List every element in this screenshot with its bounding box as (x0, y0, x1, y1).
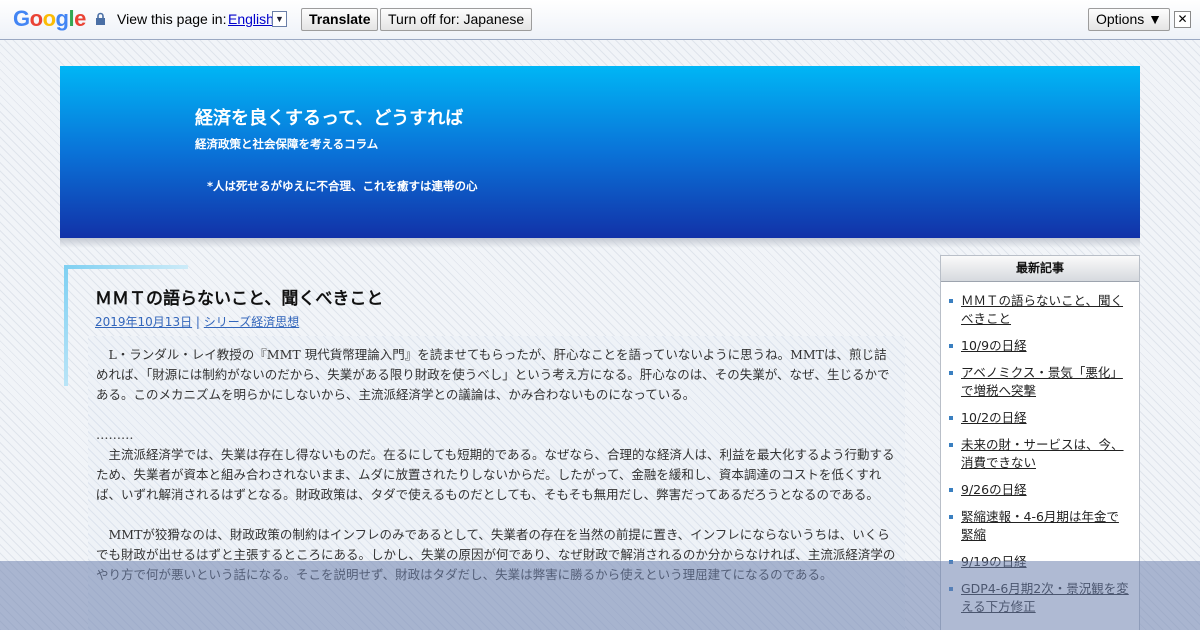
site-subtitle: 経済政策と社会保障を考えるコラム (195, 137, 379, 151)
translate-bar: Google View this page in: English ▼ Tran… (0, 0, 1200, 40)
site-motto: *人は死せるがゆえに不合理、これを癒すは連帯の心 (207, 179, 478, 193)
recent-posts-widget: 最新記事 ＭＭＴの語らないこと、聞くべきこと 10/9の日経 アベノミクス・景気… (940, 255, 1140, 630)
recent-post-link[interactable]: 9/26の日経 (961, 482, 1027, 497)
list-item: 10/9の日経 (949, 337, 1129, 355)
google-logo-letter: g (55, 6, 69, 31)
site-title[interactable]: 経済を良くするって、どうすれば (195, 104, 463, 130)
list-item: 緊縮速報・4-6月期は年金で緊縮 (949, 508, 1129, 544)
view-page-label: View this page in: (117, 11, 227, 27)
recent-post-link[interactable]: 10/9の日経 (961, 338, 1027, 353)
list-item: GDP4-6月期2次・景況観を変える下方修正 (949, 580, 1129, 616)
close-icon[interactable]: ✕ (1174, 11, 1191, 28)
list-item: アベノミクス・景気「悪化」で増税へ突撃 (949, 364, 1129, 400)
translate-button[interactable]: Translate (301, 8, 379, 31)
list-item: 未来の財・サービスは、今、消費できない (949, 436, 1129, 472)
google-logo-letter: o (42, 6, 56, 31)
google-logo: Google (13, 6, 86, 32)
list-item: 10/2の日経 (949, 409, 1129, 427)
list-item: 9/26の日経 (949, 481, 1129, 499)
language-link[interactable]: English (228, 11, 274, 27)
site-header: 経済を良くするって、どうすれば 経済政策と社会保障を考えるコラム *人は死せるが… (60, 66, 1140, 238)
recent-post-link[interactable]: 9/19の日経 (961, 554, 1027, 569)
meta-separator: | (195, 315, 200, 329)
header-shadow (60, 238, 1140, 248)
options-button[interactable]: Options ▼ (1088, 8, 1170, 31)
recent-post-link[interactable]: 緊縮速報・4-6月期は年金で緊縮 (961, 509, 1119, 542)
recent-post-link[interactable]: ＭＭＴの語らないこと、聞くべきこと (961, 293, 1123, 326)
turn-off-button[interactable]: Turn off for: Japanese (380, 8, 533, 31)
recent-post-link[interactable]: GDP4-6月期2次・景況観を変える下方修正 (961, 581, 1129, 614)
google-logo-letter: e (74, 6, 86, 31)
recent-post-link[interactable]: 10/2の日経 (961, 410, 1027, 425)
post-paragraph: MMTが狡猾なのは、財政政策の制約はインフレのみであるとして、失業者の存在を当然… (96, 527, 896, 582)
post-side-decoration (64, 266, 68, 386)
post-category-link[interactable]: シリーズ経済思想 (204, 315, 299, 329)
post-body: L・ランダル・レイ教授の『MMT 現代貨幣理論入門』を読ませてもらったが、肝心な… (88, 336, 905, 630)
list-item: 9/19の日経 (949, 553, 1129, 571)
lock-icon (96, 12, 105, 25)
post-paragraph: L・ランダル・レイ教授の『MMT 現代貨幣理論入門』を読ませてもらったが、肝心な… (96, 347, 890, 402)
recent-posts-list: ＭＭＴの語らないこと、聞くべきこと 10/9の日経 アベノミクス・景気「悪化」で… (941, 282, 1139, 616)
post-paragraph-ellipsis: ……… (96, 427, 134, 442)
language-dropdown-icon[interactable]: ▼ (272, 11, 287, 27)
post-corner-decoration (64, 265, 188, 269)
google-logo-letter: G (13, 6, 30, 31)
post-paragraph: 主流派経済学では、失業は存在し得ないものだ。在るにしても短期的である。なぜなら、… (96, 447, 895, 502)
google-logo-letter: o (29, 6, 43, 31)
post-title[interactable]: ＭＭＴの語らないこと、聞くべきこと (95, 284, 383, 309)
post-date-link[interactable]: 2019年10月13日 (95, 315, 192, 329)
list-item: ＭＭＴの語らないこと、聞くべきこと (949, 292, 1129, 328)
recent-post-link[interactable]: アベノミクス・景気「悪化」で増税へ突撃 (961, 365, 1123, 398)
recent-post-link[interactable]: 未来の財・サービスは、今、消費できない (961, 437, 1124, 470)
recent-posts-heading: 最新記事 (941, 256, 1139, 282)
post-meta: 2019年10月13日 | シリーズ経済思想 (95, 313, 299, 330)
